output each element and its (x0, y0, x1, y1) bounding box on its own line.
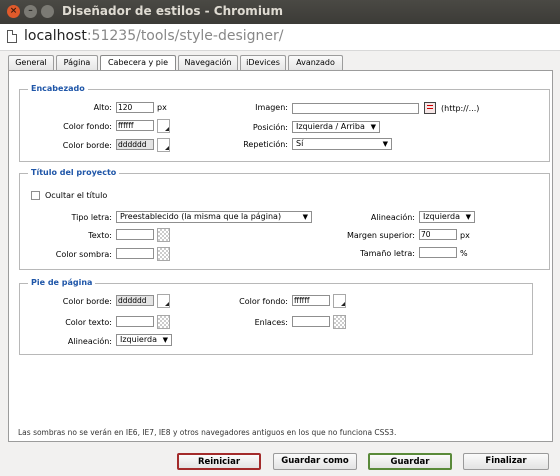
font-size-unit: % (460, 249, 468, 258)
font-select[interactable]: Preestablecido (la misma que la página) ▼ (116, 211, 312, 223)
url-host: localhost (24, 28, 87, 44)
border-color-input[interactable]: dddddd (116, 139, 154, 150)
hide-title-checkbox[interactable] (31, 191, 40, 200)
shadow-color-label: Color sombra: (55, 250, 112, 259)
reset-button[interactable]: Reiniciar (177, 453, 261, 470)
footer-align-value: Izquierda (120, 335, 157, 344)
repeat-select[interactable]: Sí ▼ (292, 138, 392, 150)
tab-cabecera-y-pie[interactable]: Cabecera y pie (100, 55, 176, 71)
footer-bg-color-input[interactable]: ffffff (292, 295, 330, 306)
margin-top-label: Margen superior: (346, 231, 415, 240)
image-browse-icon[interactable] (424, 102, 436, 114)
hide-title-label: Ocultar el título (45, 191, 108, 200)
tab-idevices[interactable]: iDevices (240, 55, 286, 70)
save-as-button[interactable]: Guardar como (273, 453, 357, 470)
shadow-color-input[interactable] (116, 248, 154, 259)
tab-general[interactable]: General (8, 55, 54, 70)
chevron-down-icon: ▼ (162, 336, 168, 344)
title-align-label: Alineación: (370, 213, 415, 222)
chevron-down-icon: ▼ (382, 140, 388, 148)
font-value: Preestablecido (la misma que la página) (120, 212, 282, 221)
window-title: Diseñador de estilos - Chromium (62, 4, 283, 18)
text-color-input[interactable] (116, 229, 154, 240)
text-color-label: Texto: (88, 231, 112, 240)
footer-links-label: Enlaces: (254, 318, 288, 327)
minimize-window-button[interactable]: – (24, 5, 37, 18)
chevron-down-icon: ▼ (302, 213, 308, 221)
close-window-button[interactable]: × (7, 5, 20, 18)
image-hint: (http://...) (441, 104, 480, 113)
title-bar: × – Diseñador de estilos - Chromium (0, 0, 560, 24)
border-color-picker-button[interactable] (157, 138, 170, 152)
footer-bg-color-picker-button[interactable] (333, 294, 346, 308)
footer-border-color-picker-button[interactable] (157, 294, 170, 308)
footer-text-color-label: Color texto: (65, 318, 112, 327)
browser-window: × – Diseñador de estilos - Chromium loca… (0, 0, 560, 476)
bg-color-input[interactable]: ffffff (116, 120, 154, 131)
margin-top-unit: px (460, 231, 470, 240)
footer-links-input[interactable] (292, 316, 330, 327)
footer-align-label: Alineación: (67, 337, 112, 346)
position-select[interactable]: Izquierda / Arriba ▼ (292, 121, 380, 133)
footer-border-color-input[interactable]: dddddd (116, 295, 154, 306)
css3-shadow-note: Las sombras no se verán en IE6, IE7, IE8… (18, 428, 397, 437)
repeat-label: Repetición: (243, 140, 288, 149)
repeat-value: Sí (296, 139, 304, 148)
page-icon (7, 30, 17, 43)
image-label: Imagen: (255, 103, 288, 112)
position-label: Posición: (252, 123, 288, 132)
text-color-picker-button[interactable] (157, 228, 170, 242)
footer-text-color-picker-button[interactable] (157, 315, 170, 329)
height-unit: px (157, 103, 167, 112)
header-legend: Encabezado (28, 84, 88, 93)
footer-links-picker-button[interactable] (333, 315, 346, 329)
shadow-color-picker-button[interactable] (157, 247, 170, 261)
font-label: Tipo letra: (71, 213, 112, 222)
tab-avanzado[interactable]: Avanzado (288, 55, 343, 70)
tab-navegacion[interactable]: Navegación (178, 55, 238, 70)
url-bar[interactable]: localhost:51235/tools/style-designer/ (0, 24, 560, 51)
chevron-down-icon: ▼ (465, 213, 471, 221)
bg-color-label: Color fondo: (63, 122, 112, 131)
save-button[interactable]: Guardar (368, 453, 452, 470)
finish-button[interactable]: Finalizar (463, 453, 549, 470)
chevron-down-icon: ▼ (370, 123, 376, 131)
url-text[interactable]: localhost:51235/tools/style-designer/ (24, 28, 284, 44)
height-label: Alto: (93, 103, 112, 112)
font-size-input[interactable] (419, 247, 457, 258)
title-align-select[interactable]: Izquierda ▼ (419, 211, 475, 223)
height-input[interactable]: 120 (116, 102, 154, 113)
footer-bg-color-label: Color fondo: (239, 297, 288, 306)
title-legend: Título del proyecto (28, 168, 120, 177)
font-size-label: Tamaño letra: (360, 249, 415, 258)
maximize-window-button[interactable] (41, 5, 54, 18)
tab-pagina[interactable]: Página (56, 55, 98, 70)
footer-align-select[interactable]: Izquierda ▼ (116, 334, 172, 346)
footer-text-color-input[interactable] (116, 316, 154, 327)
title-align-value: Izquierda (423, 212, 460, 221)
bg-color-picker-button[interactable] (157, 119, 170, 133)
footer-border-color-label: Color borde: (62, 297, 112, 306)
border-color-label: Color borde: (62, 141, 112, 150)
footer-legend: Pie de página (28, 278, 96, 287)
position-value: Izquierda / Arriba (296, 122, 365, 131)
url-path: :51235/tools/style-designer/ (86, 28, 284, 44)
image-url-input[interactable] (292, 103, 419, 114)
margin-top-input[interactable]: 70 (419, 229, 457, 240)
